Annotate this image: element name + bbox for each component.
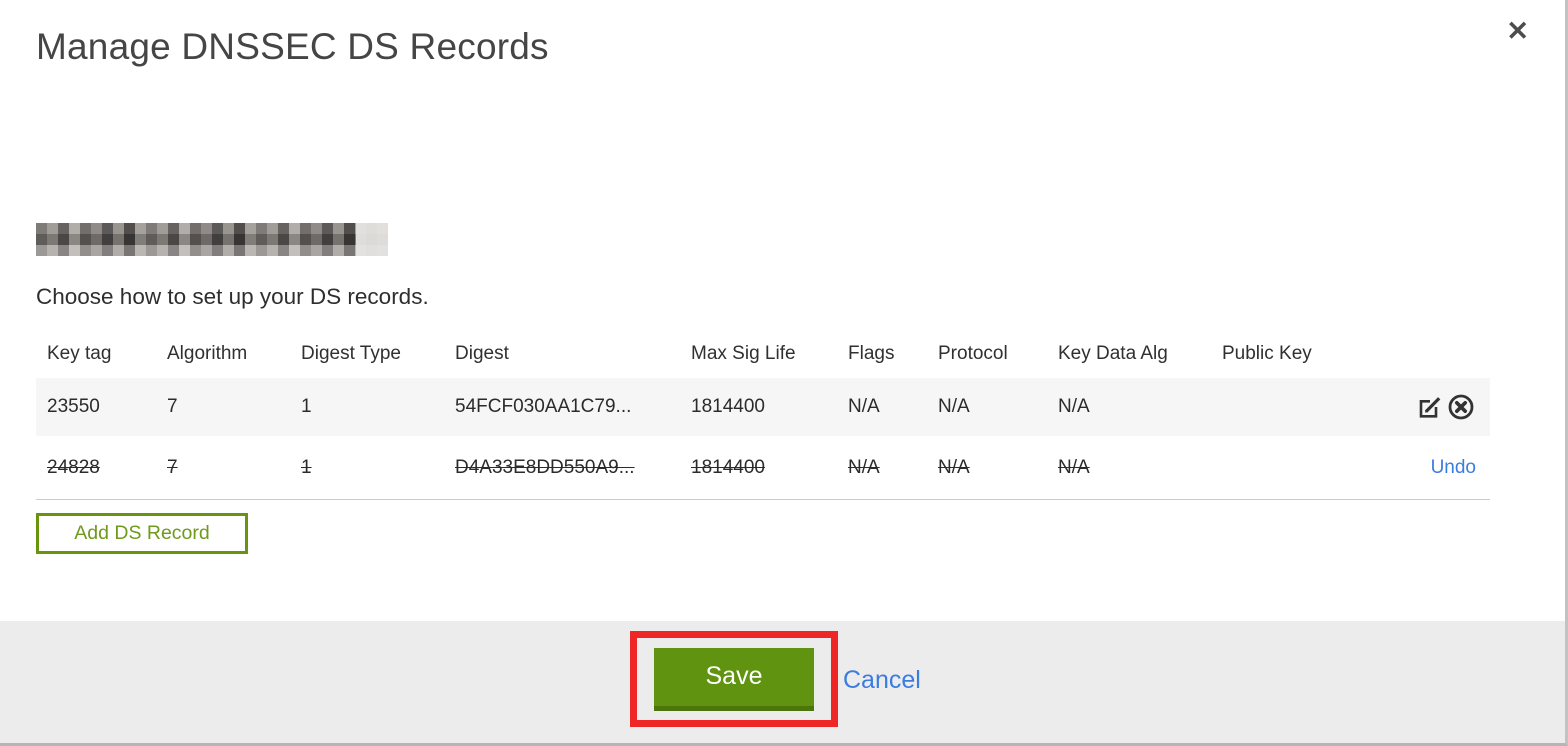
flags-value: N/A	[848, 456, 880, 478]
max-sig-life-value: 1814400	[691, 456, 765, 478]
column-header-key-data-alg: Key Data Alg	[1058, 343, 1168, 364]
algorithm-value: 7	[167, 396, 178, 417]
modal-footer: Save Cancel	[0, 621, 1565, 743]
column-header-protocol: Protocol	[938, 343, 1008, 364]
column-header-digest: Digest	[455, 343, 509, 364]
key-data-alg-value: N/A	[1058, 396, 1090, 417]
column-header-algorithm: Algorithm	[167, 343, 248, 364]
protocol-value: N/A	[938, 456, 970, 478]
page-title: Manage DNSSEC DS Records	[36, 26, 549, 67]
digest-value: 54FCF030AA1C79...	[455, 396, 632, 417]
dnssec-modal: Manage DNSSEC DS Records ✕ Choose how to…	[0, 0, 1568, 746]
key-tag-value: 24828	[47, 456, 100, 478]
protocol-value: N/A	[938, 396, 970, 417]
flags-value: N/A	[848, 396, 880, 417]
max-sig-life-value: 1814400	[691, 396, 765, 417]
column-header-flags: Flags	[848, 343, 895, 364]
add-ds-record-button[interactable]: Add DS Record	[36, 513, 248, 554]
column-header-max-sig-life: Max Sig Life	[691, 343, 796, 364]
ds-records-table: Key tag Algorithm Digest Type Digest Max…	[36, 330, 1490, 500]
digest-type-value: 1	[301, 456, 312, 478]
cancel-link[interactable]: Cancel	[843, 666, 921, 695]
column-header-public-key: Public Key	[1222, 343, 1312, 364]
save-button[interactable]: Save	[654, 647, 814, 711]
table-header-row: Key tag Algorithm Digest Type Digest Max…	[36, 330, 1490, 378]
close-icon[interactable]: ✕	[1506, 18, 1529, 45]
digest-value: D4A33E8DD550A9...	[455, 456, 635, 478]
redacted-domain-name	[36, 223, 388, 256]
edit-icon[interactable]	[1416, 393, 1444, 421]
undo-link[interactable]: Undo	[1431, 457, 1476, 478]
column-header-digest-type: Digest Type	[301, 343, 401, 364]
instruction-text: Choose how to set up your DS records.	[36, 284, 429, 309]
column-header-key-tag: Key tag	[47, 343, 112, 364]
delete-icon[interactable]	[1446, 392, 1476, 422]
key-tag-value: 23550	[47, 396, 100, 417]
key-data-alg-value: N/A	[1058, 456, 1090, 478]
table-row: 23550 7 1 54FCF030AA1C79... 1814400 N/A …	[36, 378, 1490, 436]
annotation-highlight-box: Save	[630, 631, 838, 727]
algorithm-value: 7	[167, 456, 178, 478]
table-row-deleted: 24828 7 1 D4A33E8DD550A9... 1814400 N/A …	[36, 436, 1490, 500]
digest-type-value: 1	[301, 396, 312, 417]
